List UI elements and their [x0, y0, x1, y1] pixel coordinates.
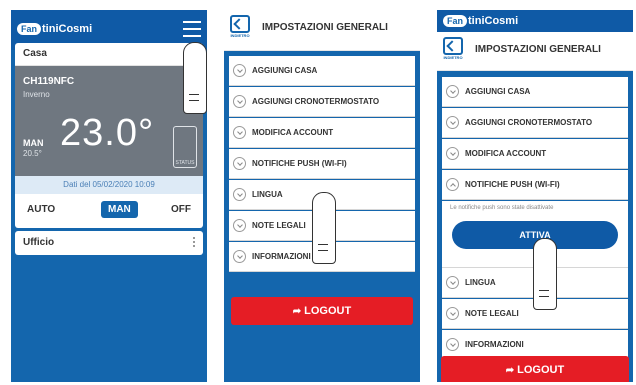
chevron-down-icon — [446, 116, 459, 129]
page-title: IMPOSTAZIONI GENERALI — [475, 44, 601, 55]
thermostat-mode: MAN — [23, 138, 44, 148]
chevron-down-icon — [446, 338, 459, 351]
chevron-down-icon — [233, 188, 246, 201]
back-label: INDIETRO — [443, 55, 463, 60]
tap-hand-icon — [306, 192, 338, 272]
logout-icon: ➦ — [292, 305, 302, 317]
settings-item-label: AGGIUNGI CASA — [465, 87, 531, 96]
back-label: INDIETRO — [230, 33, 250, 38]
settings-item-label: LINGUA — [465, 278, 496, 287]
chevron-down-icon — [233, 219, 246, 232]
settings-item-label: INFORMAZIONI — [465, 340, 524, 349]
settings-list: AGGIUNGI CASA AGGIUNGI CRONOTERMOSTATO M… — [442, 77, 628, 361]
settings-item-aggiungi-cronotermostato[interactable]: AGGIUNGI CRONOTERMOSTATO — [442, 108, 628, 138]
home-card-title: Ufficio — [23, 237, 55, 248]
logout-button[interactable]: ➦ LOGOUT — [231, 297, 413, 325]
chevron-down-icon — [233, 95, 246, 108]
settings-item-aggiungi-casa[interactable]: AGGIUNGI CASA — [442, 77, 628, 107]
back-arrow-icon — [443, 37, 463, 55]
settings-item-label: MODIFICA ACCOUNT — [252, 128, 334, 137]
settings-item-notifiche-push[interactable]: NOTIFICHE PUSH (WI-FI) — [442, 170, 628, 200]
tap-hand-icon — [177, 42, 207, 122]
back-button[interactable]: INDIETRO — [441, 37, 465, 60]
home-card-title: Casa — [15, 43, 203, 66]
settings-item-label: NOTE LEGALI — [465, 309, 519, 318]
logout-button[interactable]: ➦ LOGOUT — [441, 356, 629, 382]
back-button[interactable]: INDIETRO — [228, 15, 252, 38]
settings-item-label: NOTE LEGALI — [252, 221, 306, 230]
phone-screen-settings: INDIETRO IMPOSTAZIONI GENERALI AGGIUNGI … — [224, 10, 420, 382]
thermostat-season: Inverno — [23, 90, 50, 99]
kebab-menu-icon[interactable] — [193, 237, 195, 249]
mode-auto-button[interactable]: AUTO — [27, 204, 55, 215]
settings-item-label: AGGIUNGI CRONOTERMOSTATO — [465, 118, 593, 127]
settings-item-modifica-account[interactable]: MODIFICA ACCOUNT — [229, 118, 415, 148]
mode-off-button[interactable]: OFF — [171, 204, 191, 215]
chevron-down-icon — [446, 85, 459, 98]
thermostat-setpoint: 20.5° — [23, 149, 42, 158]
phone-screen-home: Fan tiniCosmi Casa CH119NFC Inverno 23.0… — [11, 10, 207, 382]
brand-logo: Fan tiniCosmi — [17, 23, 92, 35]
chevron-up-icon — [446, 178, 459, 191]
settings-item-label: NOTIFICHE PUSH (WI-FI) — [465, 180, 560, 189]
settings-header: INDIETRO IMPOSTAZIONI GENERALI — [224, 10, 420, 51]
home-card-ufficio[interactable]: Ufficio — [15, 231, 203, 255]
mode-selector: AUTO MAN OFF — [15, 194, 203, 228]
app-header: Fan tiniCosmi — [437, 10, 633, 32]
settings-item-aggiungi-cronotermostato[interactable]: AGGIUNGI CRONOTERMOSTATO — [229, 87, 415, 117]
data-timestamp: Dati del 05/02/2020 10:09 — [15, 176, 203, 194]
settings-item-label: AGGIUNGI CASA — [252, 66, 318, 75]
status-button[interactable]: STATUS — [173, 126, 197, 168]
settings-item-modifica-account[interactable]: MODIFICA ACCOUNT — [442, 139, 628, 169]
settings-item-notifiche-push[interactable]: NOTIFICHE PUSH (WI-FI) — [229, 149, 415, 179]
settings-item-label: LINGUA — [252, 190, 283, 199]
brand-logo-badge: Fan — [17, 23, 42, 35]
back-arrow-icon — [230, 15, 250, 33]
chevron-down-icon — [446, 147, 459, 160]
chevron-down-icon — [446, 276, 459, 289]
mode-man-button[interactable]: MAN — [101, 201, 138, 218]
chevron-down-icon — [233, 157, 246, 170]
push-status-message: Le notifiche push sono state disattivate — [450, 205, 554, 211]
tap-hand-icon — [527, 238, 559, 318]
page-title: IMPOSTAZIONI GENERALI — [262, 22, 388, 33]
logout-icon: ➦ — [505, 364, 515, 376]
thermostat-temperature: 23.0° — [60, 112, 155, 154]
chevron-down-icon — [233, 64, 246, 77]
home-card-casa[interactable]: Casa CH119NFC Inverno 23.0° MAN 20.5° ST… — [15, 43, 203, 228]
settings-item-label: AGGIUNGI CRONOTERMOSTATO — [252, 97, 380, 106]
settings-header: INDIETRO IMPOSTAZIONI GENERALI — [437, 32, 633, 71]
chevron-down-icon — [233, 250, 246, 263]
settings-item-aggiungi-casa[interactable]: AGGIUNGI CASA — [229, 56, 415, 86]
settings-item-label: NOTIFICHE PUSH (WI-FI) — [252, 159, 347, 168]
chevron-down-icon — [233, 126, 246, 139]
status-label: STATUS — [175, 160, 195, 166]
logout-label: LOGOUT — [304, 305, 352, 317]
brand-logo-badge: Fan — [443, 15, 468, 27]
settings-item-label: INFORMAZIONI — [252, 252, 311, 261]
brand-logo: Fan tiniCosmi — [443, 15, 518, 27]
brand-logo-name: tiniCosmi — [42, 23, 93, 35]
settings-item-label: MODIFICA ACCOUNT — [465, 149, 547, 158]
thermostat-model: CH119NFC — [23, 76, 75, 87]
hamburger-menu-icon[interactable] — [183, 21, 201, 37]
thermostat-panel[interactable]: CH119NFC Inverno 23.0° MAN 20.5° STATUS — [15, 66, 203, 176]
chevron-down-icon — [446, 307, 459, 320]
brand-logo-name: tiniCosmi — [468, 15, 519, 27]
logout-label: LOGOUT — [517, 364, 565, 376]
phone-screen-settings-expanded: Fan tiniCosmi INDIETRO IMPOSTAZIONI GENE… — [437, 10, 633, 382]
